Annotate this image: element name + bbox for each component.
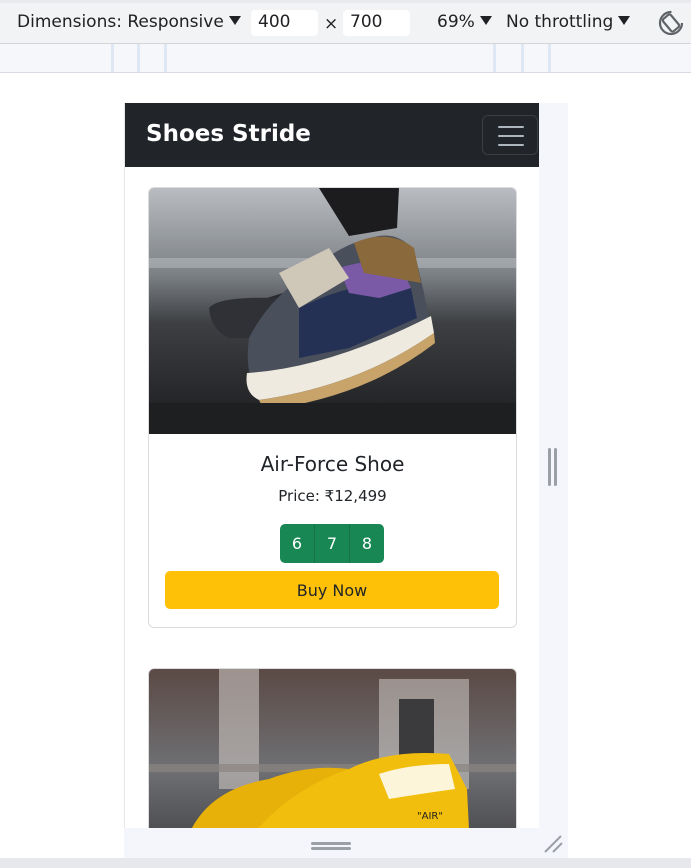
menu-bar bbox=[498, 126, 524, 128]
height-input[interactable]: 700 bbox=[343, 10, 410, 36]
size-button[interactable]: 7 bbox=[315, 524, 350, 563]
ruler-tick bbox=[164, 44, 167, 72]
media-query-ruler[interactable] bbox=[0, 44, 691, 73]
zoom-caret-icon bbox=[479, 16, 492, 25]
ruler-tick bbox=[111, 44, 114, 72]
handle-bar bbox=[554, 448, 557, 486]
devtools-bottom-border bbox=[0, 858, 691, 868]
size-button[interactable]: 8 bbox=[350, 524, 384, 563]
toolbar-top-border bbox=[0, 0, 691, 3]
ruler-tick bbox=[521, 44, 524, 72]
ruler-tick bbox=[548, 44, 551, 72]
right-resize-handle[interactable] bbox=[548, 448, 558, 486]
product-card: Air-Force Shoe Price: ₹12,499 6 7 8 Buy … bbox=[148, 187, 517, 628]
zoom-dropdown[interactable]: 69% bbox=[437, 12, 492, 32]
dimensions-caret-icon bbox=[228, 16, 241, 25]
rotate-icon[interactable] bbox=[656, 8, 686, 38]
svg-text:"AIR": "AIR" bbox=[417, 811, 443, 822]
ruler-tick bbox=[137, 44, 140, 72]
navbar: Shoes Stride bbox=[125, 103, 539, 167]
device-viewport: Shoes Stride Air-Force Shoe Price: ₹12,4… bbox=[124, 103, 539, 828]
handle-bar bbox=[548, 448, 551, 486]
size-button[interactable]: 6 bbox=[280, 524, 315, 563]
product-image-yellow-sneaker: "AIR" bbox=[149, 669, 516, 828]
product-card: "AIR" bbox=[148, 668, 517, 828]
handle-bar bbox=[311, 847, 351, 850]
throttling-label: No throttling bbox=[506, 12, 614, 32]
brand-title[interactable]: Shoes Stride bbox=[146, 121, 311, 147]
throttling-caret-icon bbox=[618, 16, 631, 25]
zoom-label: 69% bbox=[437, 12, 475, 32]
corner-resize-icon[interactable] bbox=[542, 834, 564, 854]
size-button-group: 6 7 8 bbox=[280, 524, 384, 563]
throttling-dropdown[interactable]: No throttling bbox=[506, 12, 631, 32]
device-toolbar: Dimensions: Responsive 400 × 700 69% No … bbox=[0, 0, 691, 44]
dimension-separator: × bbox=[324, 14, 339, 34]
product-title: Air-Force Shoe bbox=[260, 452, 405, 476]
dimensions-label: Dimensions: Responsive bbox=[17, 12, 224, 32]
ruler-tick bbox=[493, 44, 496, 72]
menu-bar bbox=[498, 135, 524, 137]
product-price: Price: ₹12,499 bbox=[278, 487, 387, 505]
menu-bar bbox=[498, 144, 524, 146]
hamburger-menu-icon[interactable] bbox=[482, 115, 538, 155]
width-input[interactable]: 400 bbox=[251, 10, 318, 36]
bottom-resize-handle[interactable] bbox=[311, 842, 351, 850]
buy-now-button[interactable]: Buy Now bbox=[165, 571, 499, 609]
handle-bar bbox=[311, 842, 351, 845]
product-image-sneaker bbox=[149, 188, 516, 434]
dimensions-dropdown[interactable]: Dimensions: Responsive bbox=[17, 12, 241, 32]
